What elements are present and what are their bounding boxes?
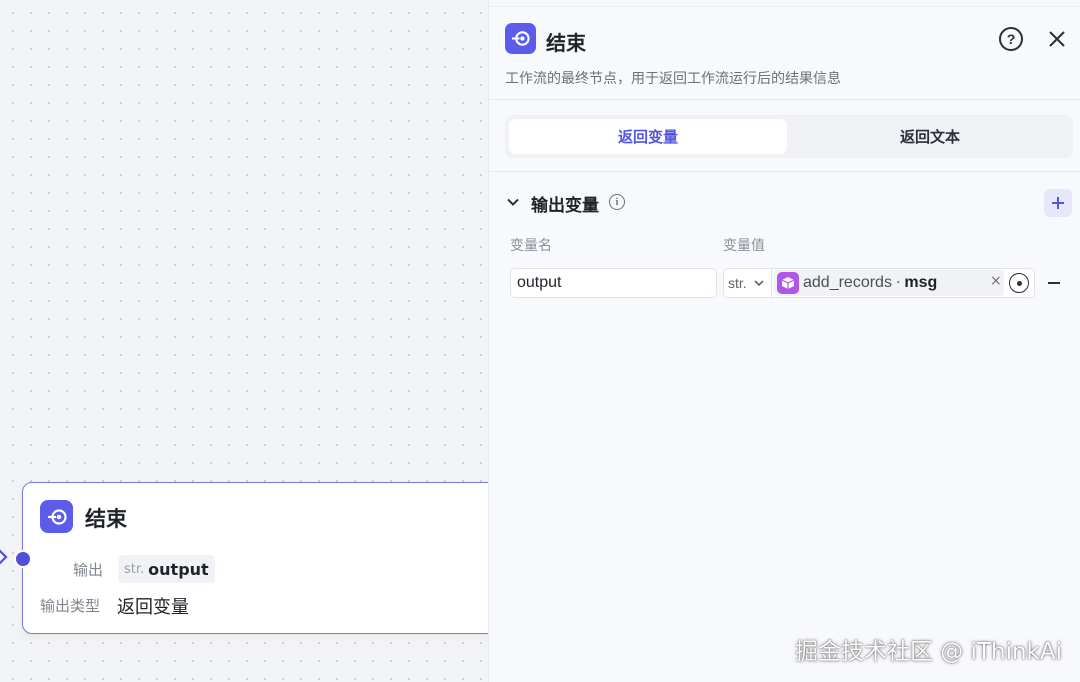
chevron-down-icon [754,280,764,287]
variable-type-text: str. [728,275,747,291]
node-input-port[interactable] [14,550,32,568]
close-icon[interactable] [1045,27,1069,51]
node-type-value: 返回变量 [117,597,189,618]
section-title: 输出变量 [531,196,599,216]
node-output-chip: str. output [118,555,215,583]
cube-icon [777,272,799,294]
variable-value-field[interactable]: str. add_records · msg × [723,268,1035,298]
panel-top-divider [489,6,1080,7]
variable-name-input[interactable]: output [510,268,717,298]
panel-title: 结束 [546,31,586,55]
divider [489,99,1080,100]
variable-reference-chip[interactable]: add_records · msg [774,270,1004,296]
target-dot [1016,280,1022,286]
end-node-settings-panel: 结束 ? 工作流的最终节点，用于返回工作流运行后的结果信息 返回变量 返回文本 … [488,0,1080,682]
panel-description: 工作流的最终节点，用于返回工作流运行后的结果信息 [505,71,841,87]
end-node-card[interactable]: 结束 输出 str. output 输出类型 返回变量 [14,482,502,634]
end-node-icon [505,23,536,54]
node-title: 结束 [85,507,127,531]
clear-reference-icon[interactable]: × [990,273,1002,289]
tab-return-text[interactable]: 返回文本 [791,119,1069,154]
reference-node-name: add_records [803,274,892,291]
tab-return-variable[interactable]: 返回变量 [509,119,787,154]
node-output-type: str. [124,561,145,577]
node-type-label: 输出类型 [40,597,101,615]
reference-separator: · [895,275,901,291]
add-variable-button[interactable] [1044,189,1072,217]
add-icon [1052,197,1064,209]
info-icon[interactable]: i [609,194,625,210]
variable-type-select[interactable]: str. [724,269,772,297]
remove-icon[interactable] [1048,282,1060,284]
edge-arrow-icon [0,549,8,565]
divider [489,171,1080,172]
end-node-icon [40,500,73,533]
workflow-canvas[interactable]: 结束 输出 str. output 输出类型 返回变量 [0,0,502,682]
chevron-down-icon[interactable] [505,194,521,210]
watermark: 掘金技术社区 @ iThinkAi [794,639,1062,665]
node-output-label: 输出 [73,561,104,579]
return-mode-tabs: 返回变量 返回文本 [505,115,1073,158]
column-header-value: 变量值 [723,238,765,254]
reference-variable-name: msg [904,274,938,291]
column-header-name: 变量名 [510,238,552,254]
node-output-name: output [148,559,209,579]
help-icon[interactable]: ? [999,27,1023,51]
target-icon[interactable] [1009,273,1029,293]
